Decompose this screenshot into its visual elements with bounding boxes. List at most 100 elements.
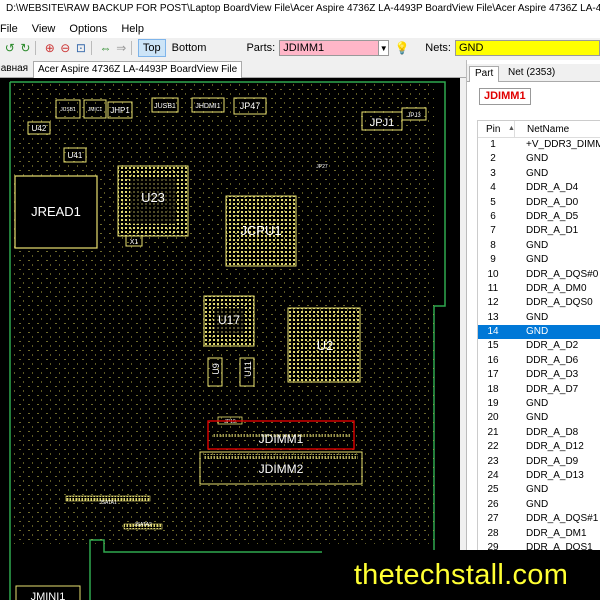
toolbar: ↺ ↻ ⊕ ⊖ ⊡ ⇔ ⇒ Top Bottom Parts: ▼ 💡 Nets… bbox=[0, 38, 600, 58]
pin-number: 25 bbox=[487, 484, 499, 496]
table-row[interactable]: 20 GND bbox=[478, 411, 600, 425]
pin-netname: GND bbox=[526, 484, 549, 496]
pin-netname: DDR_A_D7 bbox=[526, 383, 579, 395]
pin-netname: DDR_A_D4 bbox=[526, 182, 579, 194]
watermark: thetechstall.com bbox=[322, 550, 600, 600]
pin-number: 18 bbox=[487, 383, 499, 395]
pin-list[interactable]: Pin▲ NetName 1 +V_DDR3_DIMM_REF 2 GND 3 GND 4 D… bbox=[477, 120, 600, 600]
label-jp27: JP27 bbox=[316, 164, 328, 170]
table-row[interactable]: 27 DDR_A_DQS#1 bbox=[478, 512, 600, 526]
pin-number: 4 bbox=[490, 182, 496, 194]
pin-netname: DDR_A_D2 bbox=[526, 340, 579, 352]
table-row[interactable]: 24 DDR_A_D13 bbox=[478, 469, 600, 483]
table-row[interactable]: 12 DDR_A_DQS0 bbox=[478, 296, 600, 310]
table-row[interactable]: 18 DDR_A_D7 bbox=[478, 383, 600, 397]
table-row[interactable]: 8 GND bbox=[478, 239, 600, 253]
table-row[interactable]: 14 GND bbox=[478, 325, 600, 340]
chevron-down-icon[interactable]: ▼ bbox=[379, 40, 390, 56]
pin-number: 20 bbox=[487, 412, 499, 424]
label-jdimm2: JDIMM2 bbox=[259, 462, 304, 476]
tab-net[interactable]: Net (2353) bbox=[503, 66, 560, 82]
pin-number: 7 bbox=[490, 225, 496, 237]
menu-bar: File View Options Help bbox=[0, 20, 600, 38]
table-row[interactable]: 25 GND bbox=[478, 483, 600, 497]
sort-up-icon: ▲ bbox=[508, 125, 515, 132]
menu-help[interactable]: Help bbox=[121, 23, 144, 35]
bottom-side-button[interactable]: Bottom bbox=[168, 40, 211, 56]
label-u42: U42 bbox=[32, 124, 47, 133]
label-u41: U41 bbox=[68, 151, 83, 160]
pin-netname: DDR_A_D13 bbox=[526, 469, 584, 481]
column-netname[interactable]: NetName bbox=[514, 121, 600, 137]
top-side-button[interactable]: Top bbox=[137, 39, 166, 57]
table-row[interactable]: 22 DDR_A_D12 bbox=[478, 440, 600, 454]
table-row[interactable]: 3 GND bbox=[478, 167, 600, 181]
panel-tabs: Part Net (2353) bbox=[467, 64, 600, 82]
pin-number: 17 bbox=[487, 369, 499, 381]
label-jcpu1: JCPU1 bbox=[240, 223, 281, 238]
pin-netname: DDR_A_D8 bbox=[526, 426, 579, 438]
table-row[interactable]: 19 GND bbox=[478, 397, 600, 411]
parts-label: Parts: bbox=[246, 42, 276, 54]
pin-netname: GND bbox=[526, 311, 549, 323]
nets-search-input[interactable] bbox=[454, 40, 600, 56]
menu-file[interactable]: File bbox=[0, 23, 18, 35]
column-pin[interactable]: Pin ▲ bbox=[478, 121, 515, 137]
nets-label: Nets: bbox=[425, 42, 451, 54]
pin-number: 5 bbox=[490, 196, 496, 208]
table-row[interactable]: 5 DDR_A_D0 bbox=[478, 196, 600, 210]
table-row[interactable]: 26 GND bbox=[478, 498, 600, 512]
pin-number: 3 bbox=[490, 167, 496, 179]
board-view-canvas[interactable]: JREAD1 U23 JCPU1 U17 U2 U9 U11 X1 U42 U4… bbox=[0, 78, 460, 600]
selected-part-name: JDIMM1 bbox=[479, 88, 531, 105]
pin-number: 16 bbox=[487, 354, 499, 366]
zoom-fit-icon[interactable]: ⊡ bbox=[75, 41, 87, 55]
table-row[interactable]: 7 DDR_A_D1 bbox=[478, 224, 600, 238]
tab-part[interactable]: Part bbox=[469, 66, 500, 82]
table-row[interactable]: 6 DDR_A_D5 bbox=[478, 210, 600, 224]
table-row[interactable]: 16 DDR_A_D6 bbox=[478, 354, 600, 368]
pin-netname: DDR_A_D3 bbox=[526, 369, 579, 381]
table-row[interactable]: 28 DDR_A_DM1 bbox=[478, 527, 600, 541]
pin-netname: GND bbox=[526, 412, 549, 424]
zoom-in-icon[interactable]: ⊕ bbox=[44, 41, 56, 55]
label-jhdmi1: JHDMI1 bbox=[195, 103, 220, 110]
label-jmic1: JMIC1 bbox=[88, 107, 103, 113]
table-row[interactable]: 23 DDR_A_D9 bbox=[478, 455, 600, 469]
pin-number: 27 bbox=[487, 513, 499, 525]
part-info-panel: Part Net (2353) JDIMM1 Pin ▲ NetName 1 +V_… bbox=[466, 60, 600, 600]
rotate-left-icon[interactable]: ↺ bbox=[4, 41, 16, 55]
pin-netname: GND bbox=[526, 498, 549, 510]
flip-icon[interactable]: ⇔ bbox=[99, 41, 111, 55]
table-row[interactable]: 10 DDR_A_DQS#0 bbox=[478, 268, 600, 282]
pin-netname: GND bbox=[526, 239, 549, 251]
tab-home[interactable]: Главная bbox=[0, 61, 32, 78]
pin-number: 8 bbox=[490, 239, 496, 251]
pin-number: 9 bbox=[490, 254, 496, 266]
table-row[interactable]: 2 GND bbox=[478, 152, 600, 166]
table-row[interactable]: 4 DDR_A_D4 bbox=[478, 181, 600, 195]
rotate-right-icon[interactable]: ↻ bbox=[20, 41, 32, 55]
lightbulb-icon[interactable]: 💡 bbox=[395, 41, 410, 55]
table-row[interactable]: 15 DDR_A_D2 bbox=[478, 339, 600, 353]
table-row[interactable]: 11 DDR_A_DM0 bbox=[478, 282, 600, 296]
zoom-out-icon[interactable]: ⊖ bbox=[60, 41, 72, 55]
tab-boardview-file[interactable]: Acer Aspire 4736Z LA-4493P BoardView Fil… bbox=[33, 61, 243, 78]
pin-netname: DDR_A_D12 bbox=[526, 441, 584, 453]
label-jusb1: JUSB1 bbox=[154, 103, 176, 110]
table-row[interactable]: 9 GND bbox=[478, 253, 600, 267]
pin-netname: GND bbox=[526, 254, 549, 266]
menu-view[interactable]: View bbox=[32, 23, 56, 35]
pin-netname: DDR_A_DQS#0 bbox=[526, 268, 599, 280]
document-tabs: Главная Acer Aspire 4736Z LA-4493P Board… bbox=[0, 58, 466, 78]
pin-number: 2 bbox=[490, 153, 496, 165]
menu-options[interactable]: Options bbox=[69, 23, 107, 35]
table-row[interactable]: 1 +V_DDR3_DIMM_REF bbox=[478, 138, 600, 152]
pin-number: 14 bbox=[487, 326, 499, 338]
table-row[interactable]: 13 GND bbox=[478, 311, 600, 325]
pin-netname: +V_DDR3_DIMM_REF bbox=[526, 139, 600, 150]
table-row[interactable]: 21 DDR_A_D8 bbox=[478, 426, 600, 440]
parts-search-input[interactable] bbox=[279, 40, 380, 56]
arrow-right-icon[interactable]: ⇒ bbox=[115, 41, 127, 55]
table-row[interactable]: 17 DDR_A_D3 bbox=[478, 368, 600, 382]
